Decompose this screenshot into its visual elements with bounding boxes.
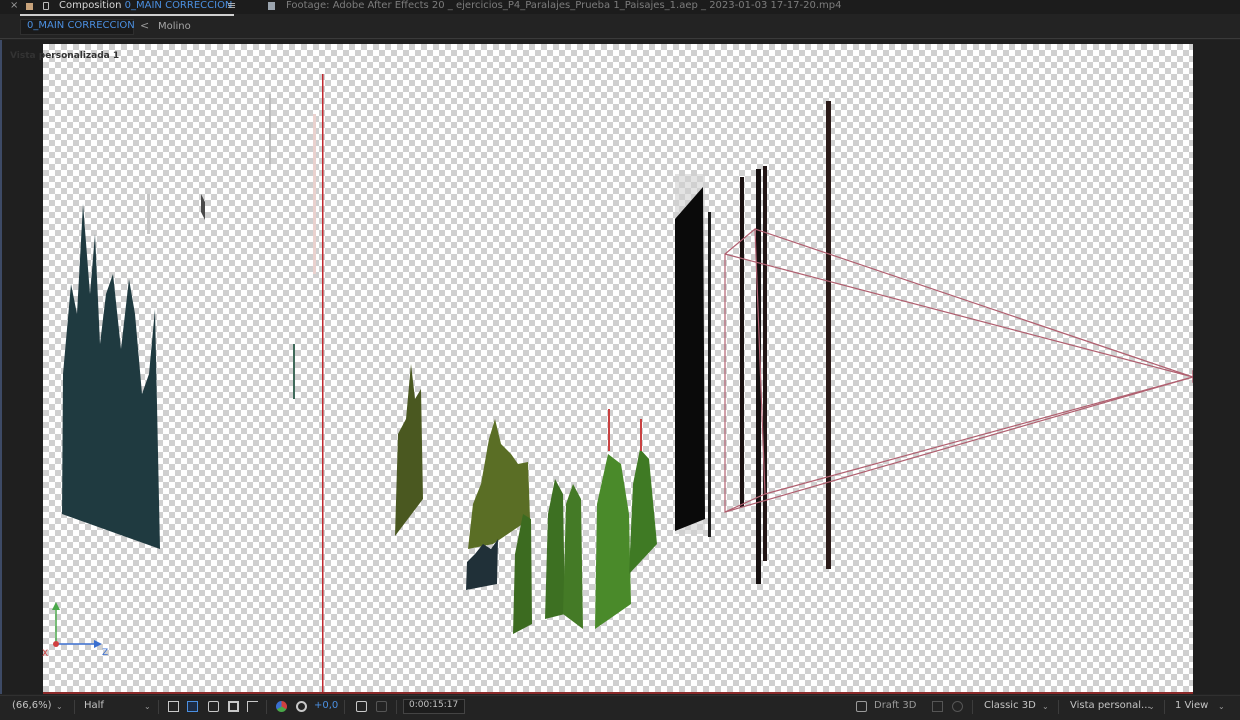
lock-icon[interactable] (43, 2, 49, 10)
footage-icon (268, 2, 275, 10)
color-channels-icon[interactable] (276, 701, 287, 712)
toolbar-divider (1058, 700, 1059, 714)
region-of-interest-icon[interactable] (168, 701, 179, 712)
transparency-grid-icon[interactable] (187, 701, 198, 712)
tree-layer-2[interactable] (545, 479, 565, 619)
chevron-down-icon[interactable]: ⌄ (1148, 702, 1155, 711)
viewer-frame-edge (0, 40, 2, 694)
olive-plant-layer-1[interactable] (395, 364, 423, 536)
scene-layers[interactable] (43, 44, 1193, 694)
close-panel-icon[interactable]: × (10, 0, 18, 11)
axis-z-label: Z (102, 648, 108, 658)
view-dropdown[interactable]: Vista personal... (1070, 700, 1151, 711)
black-panel-layer[interactable] (675, 187, 705, 531)
axis-y-label: Y (43, 600, 50, 601)
exposure-reset-icon[interactable] (296, 701, 307, 712)
timecode-value: 0:00:15:17 (409, 700, 459, 710)
chevron-down-icon[interactable]: ⌄ (56, 702, 63, 711)
pole-layer-1[interactable] (708, 212, 711, 537)
pole-layer-5[interactable] (826, 101, 831, 569)
toolbar-divider (396, 700, 397, 714)
toolbar-divider (266, 700, 267, 714)
mountain-layer[interactable] (62, 204, 160, 549)
show-snapshot-icon[interactable] (376, 701, 387, 712)
toolbar-divider (74, 700, 75, 714)
chevron-down-icon[interactable]: ⌄ (1218, 702, 1225, 711)
faint-layer-1[interactable] (269, 94, 271, 164)
toolbar-divider (1164, 700, 1165, 714)
toolbar-divider (344, 700, 345, 714)
composition-name: 0_MAIN CORRECCION (124, 0, 233, 11)
tree-anchor-line-2 (640, 419, 642, 451)
tree-layer-5[interactable] (629, 449, 657, 574)
mask-visibility-icon[interactable] (208, 701, 219, 712)
viewer-toolbar (0, 695, 1240, 720)
faint-layer-2[interactable] (147, 194, 150, 234)
toolbar-divider (158, 700, 159, 714)
chevron-left-icon[interactable]: < (140, 19, 149, 32)
draft-3d-icon[interactable] (856, 701, 867, 712)
axis-x-label: X (42, 649, 48, 659)
tab-main-correccion-label: 0_MAIN CORRECCION (27, 20, 135, 31)
axis-gizmo: Y X Z (42, 600, 108, 659)
renderer-dropdown[interactable]: Classic 3D (984, 700, 1036, 711)
zoom-dropdown[interactable]: (66,6%) (12, 700, 52, 711)
canvas-bottom-edge (43, 692, 1193, 694)
guides-icon[interactable] (228, 701, 239, 712)
faint-layer-3[interactable] (201, 194, 205, 220)
composition-prefix: Composition (59, 0, 122, 11)
draft-3d-toggle[interactable]: Draft 3D (874, 700, 916, 711)
ruler-guide-line[interactable] (322, 74, 324, 694)
tab-molino[interactable]: Molino (158, 21, 191, 32)
composition-icon (26, 3, 33, 10)
composition-panel-title[interactable]: Composition 0_MAIN CORRECCION (59, 0, 232, 11)
panel-menu-icon[interactable]: ≡ (227, 0, 236, 12)
ground-plane-icon[interactable] (952, 701, 963, 712)
footage-panel-title[interactable]: Footage: Adobe After Effects 20 _ ejerci… (286, 0, 842, 11)
view-name-label: Vista personalizada 1 (10, 51, 120, 61)
exposure-value[interactable]: +0,0 (314, 700, 338, 711)
pole-layer-4[interactable] (763, 166, 767, 561)
camera-frustum[interactable] (724, 227, 1193, 513)
tree-anchor-line-1 (608, 409, 610, 451)
faint-layer-5[interactable] (293, 344, 295, 399)
chevron-down-icon[interactable]: ⌄ (144, 702, 151, 711)
divider (0, 38, 1240, 39)
chevron-down-icon[interactable]: ⌄ (1042, 702, 1049, 711)
grid-rulers-icon[interactable] (247, 701, 258, 712)
tree-layer-4[interactable] (595, 454, 631, 629)
faint-layer-4[interactable] (313, 114, 316, 274)
snapshot-camera-icon[interactable] (356, 701, 367, 712)
tree-layer-3[interactable] (563, 484, 583, 629)
toolbar-divider (972, 700, 973, 714)
pole-layer-2[interactable] (740, 177, 744, 507)
layout-dropdown[interactable]: 1 View (1175, 700, 1208, 711)
resolution-dropdown[interactable]: Half (84, 700, 104, 711)
extended-viewer-icon[interactable] (932, 701, 943, 712)
tree-layer-1[interactable] (513, 514, 532, 634)
